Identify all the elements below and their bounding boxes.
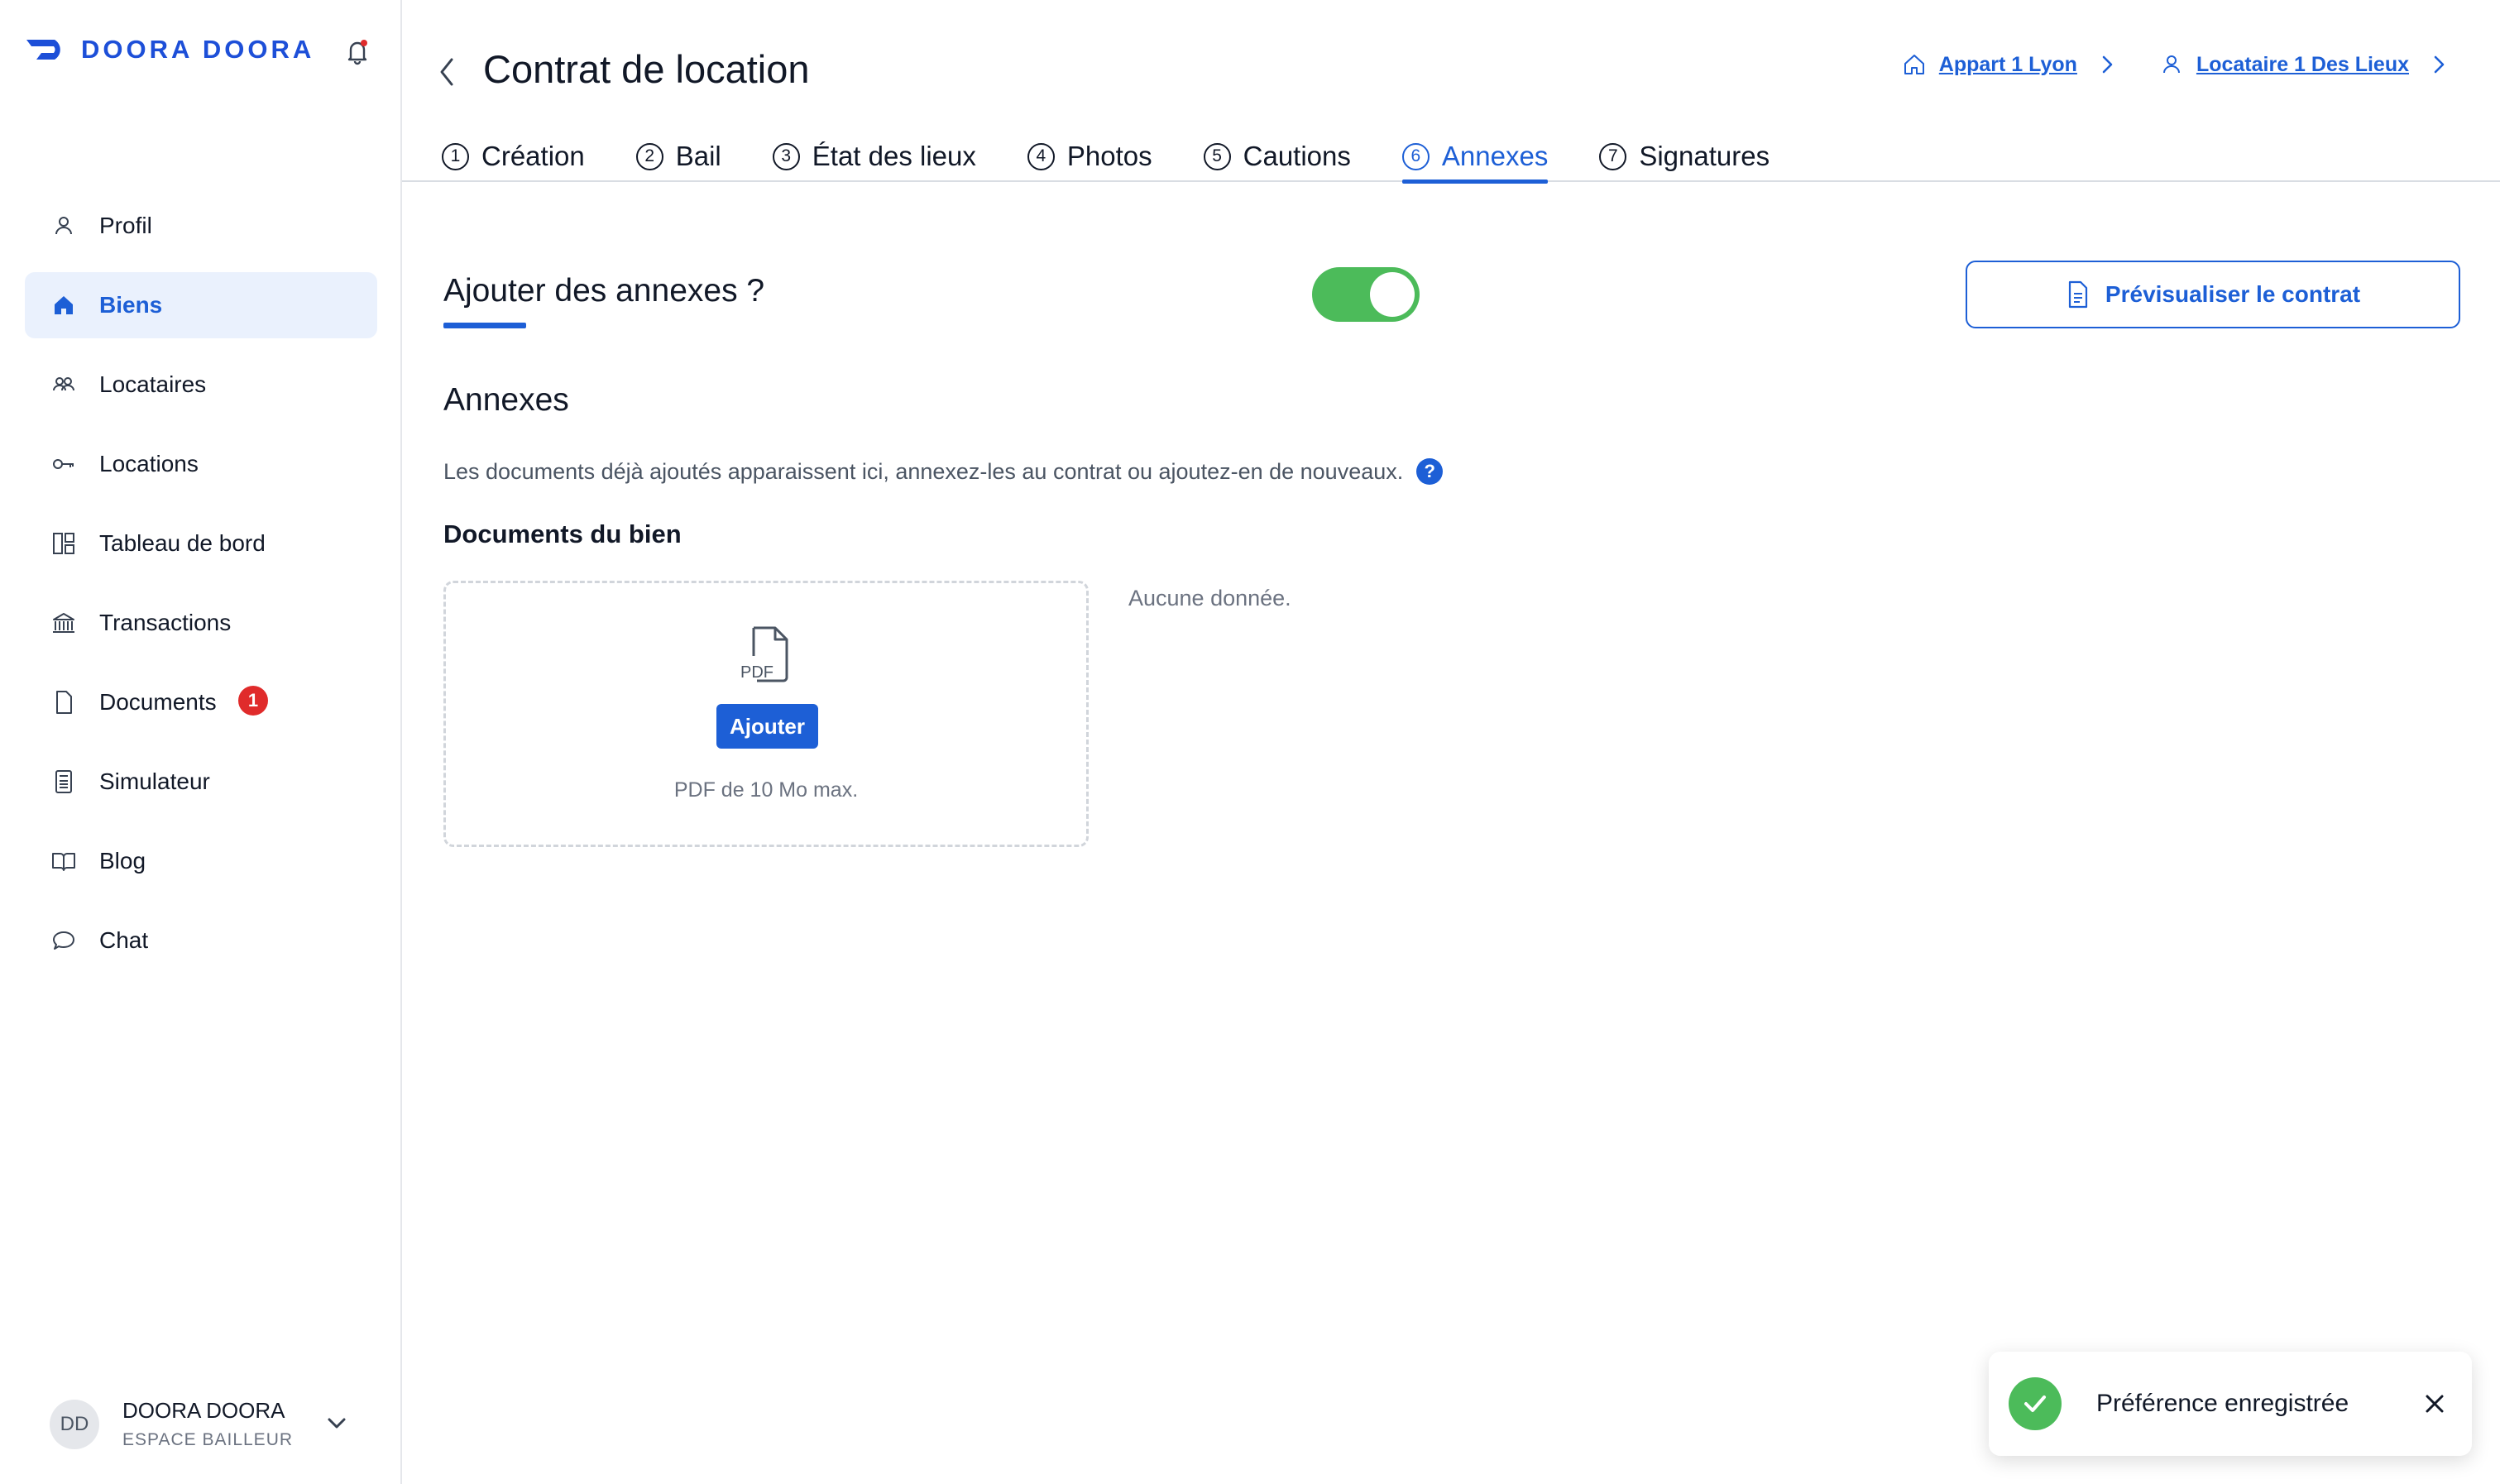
- home-icon: [50, 291, 78, 319]
- calculator-icon: [50, 768, 78, 796]
- avatar: DD: [50, 1399, 99, 1449]
- sidebar-item-blog[interactable]: Blog: [25, 828, 377, 894]
- question-underline: [443, 323, 526, 328]
- step-number: 2: [635, 142, 663, 170]
- key-icon: [50, 450, 78, 478]
- annexes-heading: Annexes: [443, 382, 569, 418]
- tab-bail[interactable]: 2 Bail: [635, 132, 721, 180]
- step-number: 3: [772, 142, 800, 170]
- help-icon[interactable]: ?: [1416, 458, 1444, 485]
- tab-annexes[interactable]: 6 Annexes: [1401, 132, 1549, 184]
- close-icon[interactable]: [2421, 1390, 2449, 1418]
- home-outline-icon: [1904, 55, 1924, 74]
- step-number: 4: [1027, 142, 1055, 170]
- user-name: DOORA DOORA: [122, 1398, 285, 1423]
- preview-contract-button[interactable]: Prévisualiser le contrat: [1966, 261, 2460, 328]
- sidebar-item-label: Tableau de bord: [99, 530, 266, 556]
- tab-label: Photos: [1066, 141, 1152, 171]
- sidebar-item-label: Chat: [99, 927, 149, 953]
- page-title: Contrat de location: [483, 47, 810, 91]
- step-tabs: 1 Création 2 Bail 3 État des lieux 4 Photos …: [402, 132, 2500, 184]
- sidebar-item-label: Profil: [99, 213, 152, 238]
- empty-state-text: Aucune donnée.: [1128, 586, 1291, 610]
- sidebar-item-simulateur[interactable]: Simulateur: [25, 749, 377, 815]
- step-number: 5: [1203, 142, 1231, 170]
- pdf-upload-dropzone[interactable]: PDF Ajouter PDF de 10 Mo max.: [443, 581, 1089, 847]
- brand-name: DOORA DOORA: [81, 35, 315, 64]
- toggle-knob: [1370, 272, 1415, 317]
- breadcrumb-property-label: Appart 1 Lyon: [1938, 52, 2077, 76]
- bank-icon: [50, 609, 78, 637]
- chevron-right-icon: [2434, 55, 2445, 74]
- back-arrow-icon[interactable]: [433, 55, 462, 89]
- tab-label: Création: [481, 141, 585, 171]
- user-role: ESPACE BAILLEUR: [122, 1430, 294, 1449]
- sidebar-item-label: Blog: [99, 848, 146, 874]
- tab-cautions[interactable]: 5 Cautions: [1203, 132, 1351, 180]
- doora-logo-icon: [26, 40, 60, 60]
- notifications-button[interactable]: [341, 35, 374, 68]
- chevron-down-icon[interactable]: [323, 1410, 351, 1438]
- sidebar-item-profil[interactable]: Profil: [25, 193, 377, 259]
- sidebar-item-tableau-de-bord[interactable]: Tableau de bord: [25, 510, 377, 577]
- breadcrumb-tenant-link[interactable]: Locataire 1 Des Lieux: [2158, 51, 2450, 78]
- chevron-right-icon: [2102, 55, 2113, 74]
- pdf-file-label: PDF: [740, 663, 773, 682]
- property-documents-heading: Documents du bien: [443, 519, 682, 548]
- dashboard-icon: [50, 529, 78, 558]
- tab-signatures[interactable]: 7 Signatures: [1599, 132, 1770, 180]
- add-annexes-toggle[interactable]: [1312, 267, 1420, 322]
- step-number: 6: [1401, 142, 1430, 170]
- tab-label: Annexes: [1441, 141, 1549, 171]
- sidebar: DOORA DOORA Profil Biens Locataires Loca…: [0, 0, 402, 1484]
- bell-icon: [347, 40, 367, 65]
- tab-label: Bail: [675, 141, 721, 171]
- book-icon: [50, 847, 78, 875]
- toast-message: Préférence enregistrée: [2096, 1390, 2349, 1417]
- sidebar-item-locataires[interactable]: Locataires: [25, 352, 377, 418]
- sidebar-item-transactions[interactable]: Transactions: [25, 590, 377, 656]
- tab-label: État des lieux: [812, 141, 976, 171]
- tab-photos[interactable]: 4 Photos: [1027, 132, 1152, 180]
- success-toast: Préférence enregistrée: [1989, 1352, 2472, 1456]
- documents-count-badge: 1: [238, 686, 268, 716]
- user-icon: [50, 212, 78, 240]
- document-icon: [2068, 280, 2088, 309]
- preview-contract-label: Prévisualiser le contrat: [2105, 281, 2361, 307]
- breadcrumb-tenant-label: Locataire 1 Des Lieux: [2196, 52, 2409, 76]
- annexes-description: Les documents déjà ajoutés apparaissent …: [443, 458, 1444, 485]
- step-number: 7: [1599, 142, 1627, 170]
- sidebar-item-label: Transactions: [99, 610, 232, 635]
- tab-label: Cautions: [1243, 141, 1351, 171]
- tab-etat-des-lieux[interactable]: 3 État des lieux: [772, 132, 976, 180]
- annexes-description-text: Les documents déjà ajoutés apparaissent …: [443, 458, 1404, 484]
- app-logo[interactable]: DOORA DOORA: [25, 33, 314, 66]
- sidebar-item-label: Locations: [99, 451, 199, 476]
- check-circle-icon: [2009, 1377, 2062, 1430]
- sidebar-item-documents[interactable]: Documents 1: [25, 669, 377, 735]
- user-icon: [2162, 55, 2180, 74]
- add-annexes-question: Ajouter des annexes ?: [443, 273, 765, 309]
- sidebar-item-biens[interactable]: Biens: [25, 272, 377, 338]
- sidebar-item-label: Documents: [99, 689, 217, 715]
- sidebar-item-locations[interactable]: Locations: [25, 431, 377, 497]
- sidebar-nav: Profil Biens Locataires Locations Tablea…: [25, 193, 377, 987]
- document-icon: [50, 688, 78, 716]
- step-number: 1: [442, 142, 469, 170]
- sidebar-item-label: Simulateur: [99, 768, 210, 794]
- upload-size-hint: PDF de 10 Mo max.: [673, 778, 859, 802]
- chat-icon: [50, 926, 78, 955]
- sidebar-item-label: Biens: [99, 292, 163, 318]
- tab-creation[interactable]: 1 Création: [442, 132, 585, 180]
- sidebar-item-label: Locataires: [99, 371, 207, 397]
- sidebar-item-chat[interactable]: Chat: [25, 907, 377, 974]
- breadcrumb-property-link[interactable]: Appart 1 Lyon: [1901, 51, 2119, 78]
- breadcrumb: Appart 1 Lyon Locataire 1 Des Lieux: [1861, 51, 2450, 78]
- add-document-button[interactable]: Ajouter: [716, 704, 818, 749]
- tab-label: Signatures: [1639, 141, 1770, 171]
- pdf-file-icon: PDF: [740, 626, 788, 682]
- user-menu[interactable]: DD DOORA DOORA ESPACE BAILLEUR: [50, 1398, 364, 1450]
- users-icon: [50, 371, 78, 399]
